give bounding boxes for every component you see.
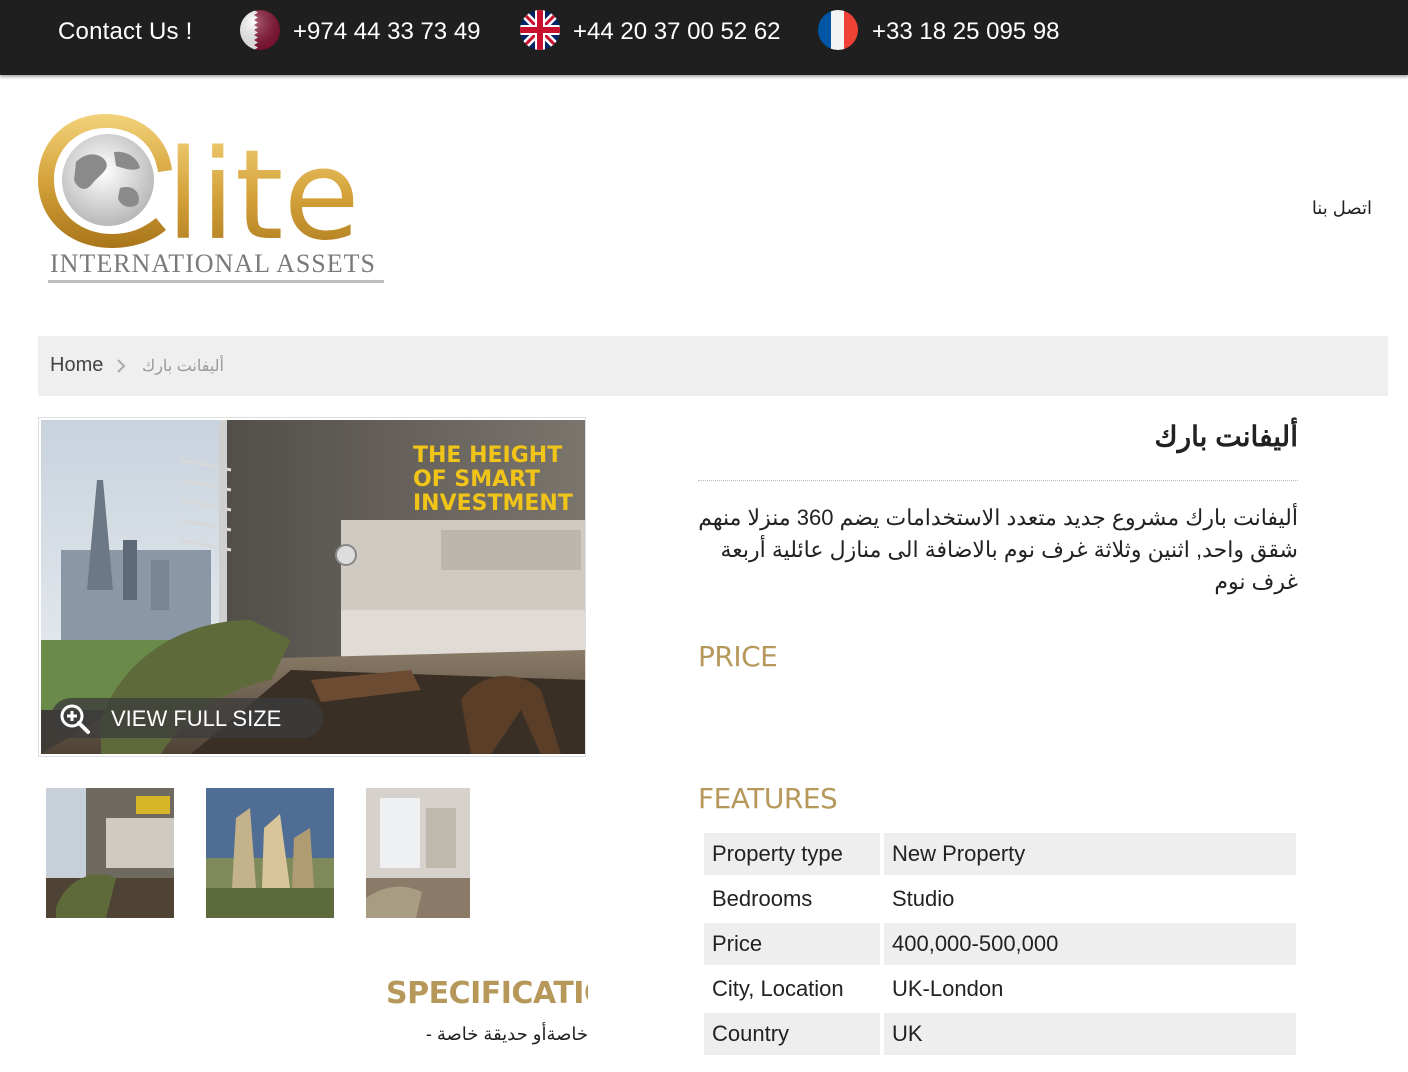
nav-contact-link[interactable]: اتصل بنا — [1312, 198, 1372, 219]
feature-label: Bedrooms — [712, 886, 813, 911]
elite-logo[interactable]: lite INTERNATIONAL ASSETS — [36, 110, 388, 290]
breadcrumb-home-link[interactable]: Home — [50, 354, 103, 377]
contact-us-label[interactable]: Contact Us ! — [58, 18, 192, 46]
feature-label: Country — [704, 1013, 880, 1055]
specifications-text: خاصةأو حديقة خاصة - — [425, 1024, 588, 1044]
overlay-line-2: OF SMART — [413, 467, 540, 492]
logo-word: lite — [166, 124, 360, 268]
features-row: Property type New Property — [704, 833, 1296, 875]
price-heading: PRICE — [698, 640, 778, 673]
title-divider — [698, 480, 1298, 481]
features-row: Country UK — [704, 1013, 1296, 1055]
feature-value: New Property — [884, 833, 1296, 875]
feature-value: UK-London — [892, 976, 1004, 1001]
logo-subtitle: INTERNATIONAL ASSETS — [50, 249, 376, 278]
feature-label: City, Location — [712, 976, 844, 1001]
feature-label: Property type — [704, 833, 880, 875]
gallery-thumbnail-1[interactable] — [46, 788, 174, 918]
specifications-heading: SPECIFICATIONS — [386, 976, 588, 1011]
feature-label: Price — [704, 923, 880, 965]
features-table: Property type New Property Bedrooms Studio P… — [700, 830, 1300, 1058]
features-heading: FEATURES — [698, 782, 838, 815]
property-title: أليفانت بارك — [1154, 421, 1298, 452]
overlay-line-1: THE HEIGHT — [413, 443, 562, 468]
main-property-image[interactable]: THE HEIGHT OF SMART INVESTMENT VIEW FULL… — [38, 417, 586, 757]
chevron-right-icon — [116, 358, 126, 379]
property-description: أليفانت بارك مشروع جديد متعدد الاستخداما… — [698, 505, 1298, 594]
features-row: City, Location UK-London — [704, 968, 1296, 1010]
features-row: Bedrooms Studio — [704, 878, 1296, 920]
phone-france[interactable]: +33 18 25 095 98 — [872, 18, 1060, 46]
view-full-size-label: VIEW FULL SIZE — [111, 706, 282, 731]
gallery-thumbnail-2[interactable] — [206, 788, 334, 918]
feature-value: 400,000-500,000 — [884, 923, 1296, 965]
gallery-thumbnail-3[interactable] — [366, 788, 470, 918]
france-flag-icon — [818, 10, 858, 50]
phone-uk[interactable]: +44 20 37 00 52 62 — [573, 18, 781, 46]
view-full-size-button[interactable]: VIEW FULL SIZE — [51, 698, 323, 738]
feature-value: Studio — [892, 886, 955, 911]
qatar-flag-icon — [240, 10, 280, 50]
feature-value: UK — [884, 1013, 1296, 1055]
phone-qatar[interactable]: +974 44 33 73 49 — [293, 18, 481, 46]
zoom-in-icon — [59, 703, 91, 740]
uk-flag-icon — [520, 10, 560, 50]
top-contact-bar: Contact Us ! +974 44 33 73 49 +44 20 37 … — [0, 0, 1408, 75]
breadcrumb: Home أليفانت بارك — [38, 336, 1388, 396]
overlay-line-3: INVESTMENT — [413, 491, 573, 516]
breadcrumb-current: أليفانت بارك — [142, 358, 224, 375]
features-row: Price 400,000-500,000 — [704, 923, 1296, 965]
